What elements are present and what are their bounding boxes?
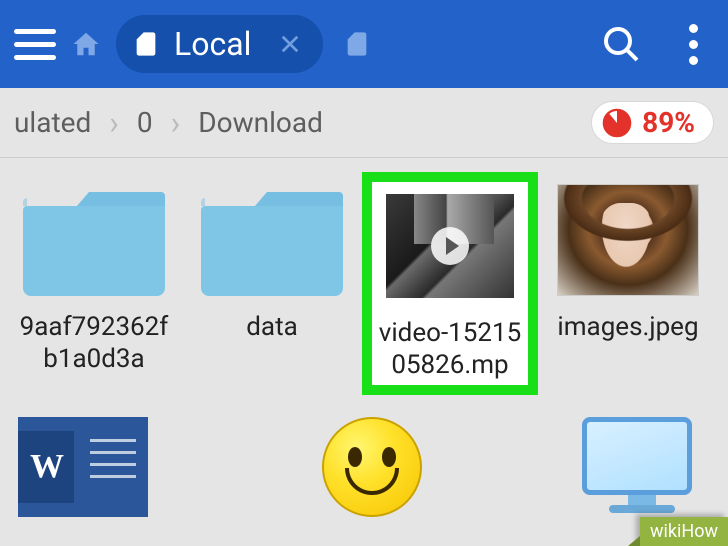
file-label: 9aaf792362fb1a0d3a: [14, 312, 174, 375]
overflow-menu-icon[interactable]: [672, 23, 714, 65]
file-item-folder[interactable]: data: [192, 180, 352, 387]
search-icon[interactable]: [600, 23, 642, 65]
folder-icon: [201, 180, 343, 300]
sdcard-icon: [132, 30, 160, 58]
chevron-right-icon: ›: [171, 104, 181, 142]
file-item-image[interactable]: [268, 417, 422, 517]
menu-icon[interactable]: [14, 23, 56, 65]
chevron-right-icon: ›: [109, 104, 119, 142]
sdcard-secondary-icon[interactable]: [343, 30, 371, 58]
close-icon[interactable]: [277, 31, 303, 57]
file-label: data: [246, 312, 297, 344]
file-item-folder[interactable]: 9aaf792362fb1a0d3a: [14, 180, 174, 387]
image-thumbnail: [557, 180, 699, 300]
home-icon[interactable]: [70, 28, 102, 60]
folder-icon: [23, 180, 165, 300]
breadcrumb: ulated › 0 › Download 89%: [0, 88, 728, 158]
smiley-icon: [322, 417, 422, 517]
file-grid-row2: W: [0, 409, 728, 517]
word-doc-icon: W: [18, 417, 148, 517]
monitor-icon: [582, 417, 702, 517]
breadcrumb-item[interactable]: ulated: [14, 106, 91, 139]
wikihow-watermark: wikiHow: [640, 517, 728, 546]
top-toolbar: Local: [0, 0, 728, 88]
tab-local[interactable]: Local: [116, 15, 323, 73]
breadcrumb-item[interactable]: 0: [137, 106, 153, 139]
storage-pie-icon: [602, 108, 632, 138]
file-label: images.jpeg: [557, 312, 698, 344]
video-thumbnail: [379, 186, 521, 306]
breadcrumb-item[interactable]: Download: [198, 106, 323, 139]
tab-label: Local: [174, 25, 251, 63]
file-grid: 9aaf792362fb1a0d3a data video-1521505826…: [0, 158, 728, 409]
file-item-image[interactable]: [542, 417, 702, 517]
file-item-document[interactable]: W: [18, 417, 148, 517]
file-item-video-highlighted[interactable]: video-1521505826.mp: [370, 180, 530, 387]
file-label: video-1521505826.mp: [374, 318, 526, 381]
play-icon: [431, 227, 469, 265]
storage-badge[interactable]: 89%: [591, 101, 714, 144]
storage-percent: 89%: [642, 106, 695, 139]
file-item-image[interactable]: images.jpeg: [548, 180, 708, 387]
